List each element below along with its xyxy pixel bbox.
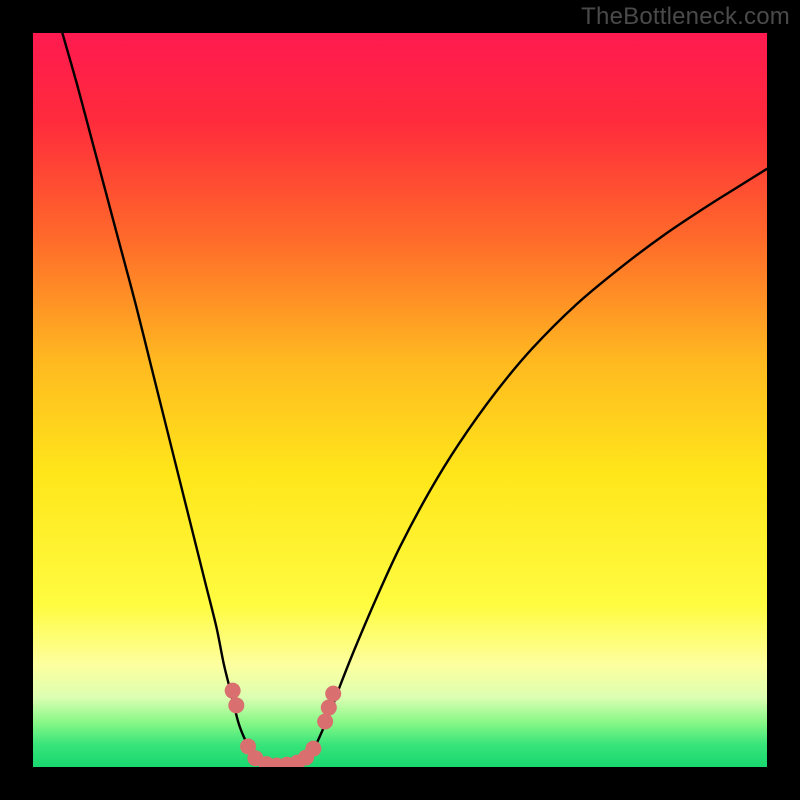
bottleneck-chart: [0, 0, 800, 800]
scatter-point: [305, 741, 321, 757]
scatter-point: [325, 686, 341, 702]
chart-frame: TheBottleneck.com: [0, 0, 800, 800]
gradient-background: [33, 33, 767, 767]
scatter-point: [321, 700, 337, 716]
scatter-point: [225, 683, 241, 699]
scatter-point: [228, 697, 244, 713]
scatter-point: [317, 713, 333, 729]
